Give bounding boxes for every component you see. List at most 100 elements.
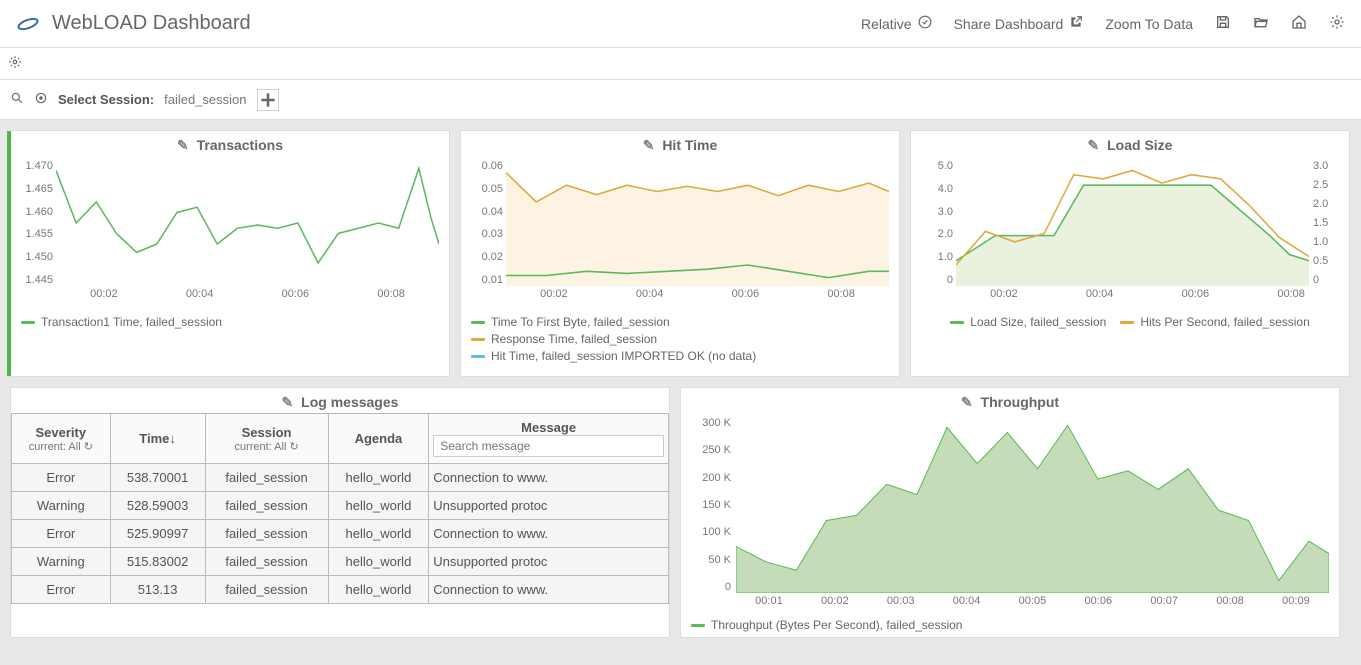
- panel-title-logs[interactable]: ✎ Log messages: [11, 388, 669, 413]
- legend-throughput: Throughput (Bytes Per Second), failed_se…: [681, 613, 1339, 637]
- table-row[interactable]: Warning528.59003failed_sessionhello_worl…: [12, 492, 669, 520]
- cell-time: 515.83002: [110, 548, 205, 576]
- sub-bar: [0, 48, 1361, 80]
- legend-swatch: [471, 338, 485, 341]
- refresh-icon[interactable]: ↻: [84, 441, 93, 453]
- relative-toggle[interactable]: Relative: [861, 15, 932, 32]
- message-search-input[interactable]: [433, 435, 664, 457]
- plot-area: [736, 417, 1329, 593]
- panel-throughput: ✎ Throughput 300 K 250 K 200 K 150 K 100…: [680, 387, 1340, 638]
- cell-message: Connection to www.: [429, 576, 669, 604]
- cell-severity: Warning: [12, 492, 111, 520]
- legend-swatch: [471, 321, 485, 324]
- folder-open-icon[interactable]: [1253, 14, 1269, 33]
- panel-log-messages: ✎ Log messages Severity current: All ↻ T…: [10, 387, 670, 638]
- cell-session: failed_session: [205, 520, 328, 548]
- table-header-row: Severity current: All ↻ Time↓ Session cu…: [12, 414, 669, 464]
- pencil-icon: ✎: [1088, 137, 1100, 153]
- save-icon[interactable]: [1215, 14, 1231, 33]
- add-session-button[interactable]: [257, 89, 279, 111]
- legend-item[interactable]: Time To First Byte, failed_session: [471, 315, 889, 329]
- cell-severity: Error: [12, 464, 111, 492]
- pencil-icon: ✎: [643, 137, 655, 153]
- pencil-icon: ✎: [282, 394, 294, 410]
- legend-swatch: [471, 355, 485, 358]
- legend-item[interactable]: Throughput (Bytes Per Second), failed_se…: [691, 618, 1329, 632]
- legend-item[interactable]: Hit Time, failed_session IMPORTED OK (no…: [471, 349, 889, 363]
- chart-throughput[interactable]: 300 K 250 K 200 K 150 K 100 K 50 K 0 00:…: [681, 413, 1339, 613]
- gear-icon[interactable]: [1329, 14, 1345, 33]
- legend-swatch: [1120, 321, 1134, 324]
- cell-time: 525.90997: [110, 520, 205, 548]
- cell-session: failed_session: [205, 576, 328, 604]
- legend-item[interactable]: Transaction1 Time, failed_session: [21, 315, 439, 329]
- app-logo-icon: [16, 12, 40, 36]
- cell-time: 528.59003: [110, 492, 205, 520]
- cell-agenda: hello_world: [328, 464, 429, 492]
- col-session[interactable]: Session current: All ↻: [205, 414, 328, 464]
- zoom-to-data-button[interactable]: Zoom To Data: [1105, 16, 1193, 32]
- home-icon[interactable]: [1291, 14, 1307, 33]
- x-axis: 00:02 00:04 00:06 00:08: [56, 288, 439, 304]
- x-axis: 00:02 00:04 00:06 00:08: [506, 288, 889, 304]
- session-bar: Select Session: failed_session: [0, 80, 1361, 120]
- panel-title-load-size[interactable]: ✎ Load Size: [911, 131, 1349, 156]
- page-title: WebLOAD Dashboard: [52, 12, 861, 35]
- cell-agenda: hello_world: [328, 520, 429, 548]
- table-row[interactable]: Error513.13failed_sessionhello_worldConn…: [12, 576, 669, 604]
- panel-title-hit-time[interactable]: ✎ Hit Time: [461, 131, 899, 156]
- chart-load-size[interactable]: 5.0 4.0 3.0 2.0 1.0 0 3.0 2.5 2.0 1.5 1.…: [911, 156, 1349, 306]
- check-circle-icon: [918, 15, 932, 32]
- cell-message: Unsupported protoc: [429, 492, 669, 520]
- zoom-label: Zoom To Data: [1105, 16, 1193, 32]
- cell-severity: Error: [12, 576, 111, 604]
- log-table: Severity current: All ↻ Time↓ Session cu…: [11, 413, 669, 604]
- col-agenda[interactable]: Agenda: [328, 414, 429, 464]
- table-row[interactable]: Error525.90997failed_sessionhello_worldC…: [12, 520, 669, 548]
- select-session-label: Select Session:: [58, 92, 154, 107]
- chart-transactions[interactable]: 1.470 1.465 1.460 1.455 1.450 1.445 00:0…: [11, 156, 449, 306]
- legend-swatch: [691, 624, 705, 627]
- cell-message: Unsupported protoc: [429, 548, 669, 576]
- col-message: Message: [429, 414, 669, 464]
- col-time[interactable]: Time↓: [110, 414, 205, 464]
- refresh-icon[interactable]: ↻: [289, 441, 298, 453]
- cell-agenda: hello_world: [328, 576, 429, 604]
- y-axis-right: 3.0 2.5 2.0 1.5 1.0 0.5 0: [1313, 160, 1345, 286]
- panel-hit-time: ✎ Hit Time 0.06 0.05 0.04 0.03 0.02 0.01…: [460, 130, 900, 377]
- x-axis: 00:01 00:02 00:03 00:04 00:05 00:06 00:0…: [736, 595, 1329, 611]
- legend-transactions: Transaction1 Time, failed_session: [11, 306, 449, 342]
- target-icon[interactable]: [34, 91, 48, 108]
- y-axis: 0.06 0.05 0.04 0.03 0.02 0.01: [465, 160, 503, 286]
- share-dashboard-button[interactable]: Share Dashboard: [954, 15, 1084, 32]
- cell-message: Connection to www.: [429, 464, 669, 492]
- pencil-icon: ✎: [177, 137, 189, 153]
- row-settings-gear-icon[interactable]: [8, 55, 22, 72]
- legend-swatch: [21, 321, 35, 324]
- search-icon[interactable]: [10, 91, 24, 108]
- share-label: Share Dashboard: [954, 16, 1064, 32]
- session-name[interactable]: failed_session: [164, 92, 246, 107]
- legend-swatch: [950, 321, 964, 324]
- col-severity[interactable]: Severity current: All ↻: [12, 414, 111, 464]
- cell-severity: Warning: [12, 548, 111, 576]
- cell-time: 513.13: [110, 576, 205, 604]
- panel-row-1: ✎ Transactions 1.470 1.465 1.460 1.455 1…: [0, 120, 1361, 377]
- legend-item[interactable]: Hits Per Second, failed_session: [1120, 315, 1309, 329]
- panel-title-transactions[interactable]: ✎ Transactions: [11, 131, 449, 156]
- legend-item[interactable]: Response Time, failed_session: [471, 332, 889, 346]
- y-axis: 300 K 250 K 200 K 150 K 100 K 50 K 0: [687, 417, 731, 593]
- chart-hit-time[interactable]: 0.06 0.05 0.04 0.03 0.02 0.01 00:02 00:0…: [461, 156, 899, 306]
- cell-session: failed_session: [205, 464, 328, 492]
- legend-item[interactable]: Load Size, failed_session: [950, 315, 1106, 329]
- plot-area: [956, 160, 1309, 286]
- cell-agenda: hello_world: [328, 492, 429, 520]
- panel-title-throughput[interactable]: ✎ Throughput: [681, 388, 1339, 413]
- cell-severity: Error: [12, 520, 111, 548]
- cell-session: failed_session: [205, 548, 328, 576]
- table-row[interactable]: Warning515.83002failed_sessionhello_worl…: [12, 548, 669, 576]
- y-axis: 1.470 1.465 1.460 1.455 1.450 1.445: [15, 160, 53, 286]
- pencil-icon: ✎: [961, 394, 973, 410]
- table-row[interactable]: Error538.70001failed_sessionhello_worldC…: [12, 464, 669, 492]
- plot-area: [506, 160, 889, 286]
